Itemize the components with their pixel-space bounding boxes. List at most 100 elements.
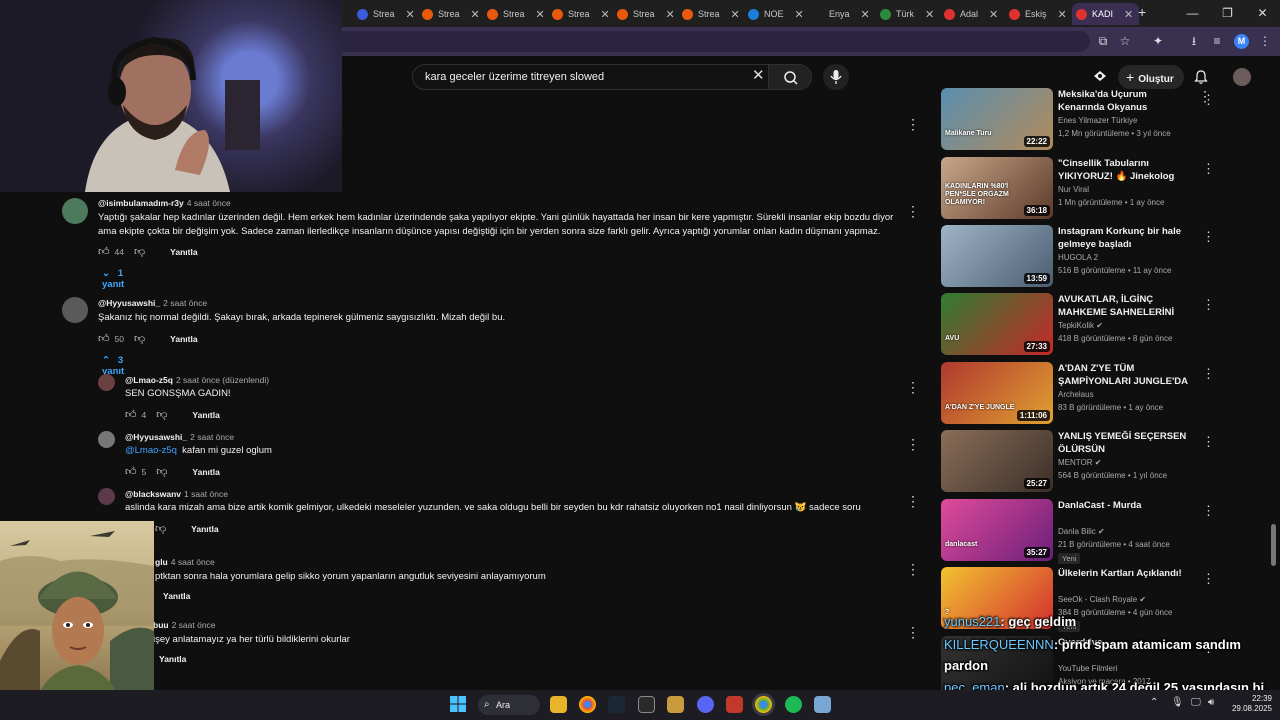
- comment-time[interactable]: 2 saat önce: [190, 432, 234, 442]
- comment-time[interactable]: 4 saat önce: [187, 198, 231, 208]
- comment-author[interactable]: glu: [155, 557, 168, 567]
- video-item[interactable]: KADINLARIN %80'İ PEN*SLE ORGAZM OLAMIYOR…: [941, 157, 1215, 219]
- dislike-icon[interactable]: 👎︎: [134, 332, 145, 345]
- more-options-icon[interactable]: ⋮: [906, 625, 920, 639]
- steam-icon[interactable]: [608, 696, 625, 713]
- reply-button[interactable]: Yanıtla: [163, 591, 190, 601]
- extensions-icon[interactable]: ✦: [1151, 34, 1165, 48]
- avatar[interactable]: [62, 297, 88, 323]
- create-button[interactable]: + Oluştur: [1118, 65, 1184, 89]
- chevron-up-icon[interactable]: ⌃: [1150, 697, 1158, 708]
- more-options-icon[interactable]: ⋮: [1202, 434, 1215, 450]
- video-title[interactable]: DanlaCast - Murda: [1058, 499, 1193, 512]
- file-explorer-icon[interactable]: [550, 696, 567, 713]
- close-tab-icon[interactable]: ✕: [861, 8, 870, 21]
- chrome-icon[interactable]: [579, 696, 596, 713]
- avatar[interactable]: [62, 198, 88, 224]
- more-options-icon[interactable]: ⋮: [906, 437, 920, 451]
- video-channel[interactable]: Nur Viral: [1058, 185, 1089, 194]
- more-options-icon[interactable]: ⋮: [1202, 503, 1215, 519]
- comment-time[interactable]: 2 saat önce: [163, 298, 207, 308]
- dislike-icon[interactable]: 👎︎: [156, 408, 167, 421]
- video-item[interactable]: A'DAN Z'YE JUNGLE 1:11:06 A'DAN Z'YE TÜM Ş…: [941, 362, 1215, 424]
- browser-tab[interactable]: KADI ✕: [1072, 3, 1140, 25]
- close-tab-icon[interactable]: ✕: [925, 8, 934, 21]
- more-options-icon[interactable]: ⋮: [1198, 89, 1212, 103]
- video-channel[interactable]: Danla Bilic ✔: [1058, 527, 1105, 536]
- browser-tab[interactable]: Eskiş ✕: [1009, 3, 1067, 25]
- browser-tab[interactable]: Strea ✕: [552, 3, 610, 25]
- browser-tab[interactable]: Strea ✕: [682, 3, 740, 25]
- video-item[interactable]: 13:59 Instagram Korkunç bir hale gelmeye …: [941, 225, 1215, 287]
- close-tab-icon[interactable]: ✕: [1058, 8, 1067, 21]
- close-tab-icon[interactable]: ✕: [536, 8, 545, 21]
- video-item[interactable]: danlacast 35:27 DanlaCast - Murda Danla Bil…: [941, 499, 1215, 564]
- video-channel[interactable]: Archelaus: [1058, 390, 1094, 399]
- microphone-icon[interactable]: 🎙︎: [1171, 697, 1184, 708]
- app-icon[interactable]: [726, 696, 743, 713]
- avatar[interactable]: [98, 488, 115, 505]
- close-tab-icon[interactable]: ✕: [795, 8, 804, 21]
- comment-author[interactable]: @Hyyusawshi_: [98, 298, 160, 308]
- more-options-icon[interactable]: ⋮: [906, 562, 920, 576]
- more-options-icon[interactable]: ⋮: [906, 204, 920, 218]
- chrome-profile-icon[interactable]: [755, 696, 772, 713]
- cast-icon[interactable]: [1092, 68, 1108, 84]
- close-tab-icon[interactable]: ✕: [471, 8, 480, 21]
- video-thumbnail[interactable]: AVU 27:33: [941, 293, 1053, 355]
- more-options-icon[interactable]: ⋮: [1202, 161, 1215, 177]
- dislike-icon[interactable]: 👎︎: [156, 465, 167, 478]
- like-icon[interactable]: 👍︎: [125, 408, 137, 421]
- browser-tab[interactable]: Strea ✕: [357, 3, 415, 25]
- video-channel[interactable]: SeeOk - Clash Royale ✔: [1058, 595, 1146, 604]
- new-tab-button[interactable]: +: [1138, 4, 1146, 20]
- reply-button[interactable]: Yanıtla: [159, 654, 186, 664]
- video-title[interactable]: "Cinsellik Tabularını YIKIYORUZ! 🔥 Jinek…: [1058, 157, 1193, 183]
- comment-time[interactable]: 2 saat önce (düzenlendi): [176, 375, 269, 385]
- clear-search-icon[interactable]: ✕: [752, 66, 765, 84]
- install-app-icon[interactable]: ⧉: [1096, 34, 1110, 48]
- close-tab-icon[interactable]: ✕: [1124, 8, 1133, 21]
- more-options-icon[interactable]: ⋮: [906, 117, 920, 131]
- browser-tab[interactable]: Türk ✕: [880, 3, 934, 25]
- reply-button[interactable]: Yanıtla: [192, 410, 219, 420]
- video-title[interactable]: A'DAN Z'YE TÜM ŞAMPİYONLARI JUNGLE'DA ..…: [1058, 362, 1193, 388]
- notifications-bell-icon[interactable]: [1193, 69, 1209, 85]
- comment-time[interactable]: 4 saat önce: [171, 557, 215, 567]
- dislike-icon[interactable]: 👎︎: [155, 522, 166, 535]
- dislike-icon[interactable]: 👎︎: [134, 245, 145, 258]
- search-input[interactable]: kara geceler üzerime titreyen slowed: [412, 64, 769, 90]
- close-tab-icon[interactable]: ✕: [666, 8, 675, 21]
- network-icon[interactable]: 🖵︎: [1191, 697, 1201, 708]
- comment-time[interactable]: 1 saat önce: [184, 489, 228, 499]
- media-control-icon[interactable]: ≡: [1210, 34, 1224, 48]
- discord-icon[interactable]: [697, 696, 714, 713]
- replies-toggle[interactable]: ⌄ 1 yanıt: [102, 268, 124, 290]
- comment-author[interactable]: @blackswanv: [125, 489, 181, 499]
- windows-start-icon[interactable]: [450, 696, 466, 712]
- league-client-icon[interactable]: [667, 696, 684, 713]
- video-title[interactable]: YANLIŞ YEMEĞİ SEÇERSEN ÖLÜRSÜN: [1058, 430, 1193, 456]
- more-options-icon[interactable]: ⋮: [1202, 571, 1215, 587]
- avatar[interactable]: [98, 431, 115, 448]
- video-channel[interactable]: Enes Yilmazer Türkiye: [1058, 116, 1137, 125]
- like-icon[interactable]: 👍︎: [125, 465, 137, 478]
- more-options-icon[interactable]: ⋮: [1202, 297, 1215, 313]
- video-thumbnail[interactable]: 25:27: [941, 430, 1053, 492]
- close-tab-icon[interactable]: ✕: [601, 8, 610, 21]
- video-title[interactable]: Instagram Korkunç bir hale gelmeye başla…: [1058, 225, 1193, 251]
- avatar[interactable]: [98, 374, 115, 391]
- like-icon[interactable]: 👍︎: [98, 332, 110, 345]
- video-item[interactable]: AVU 27:33 AVUKATLAR, İLGİNÇ MAHKEME SAHNEL…: [941, 293, 1215, 355]
- system-clock[interactable]: 22:39 29.08.2025: [1228, 694, 1272, 714]
- profile-avatar[interactable]: M: [1234, 34, 1249, 49]
- video-thumbnail[interactable]: 13:59: [941, 225, 1053, 287]
- search-button[interactable]: [768, 64, 812, 90]
- app-icon[interactable]: [814, 696, 831, 713]
- more-options-icon[interactable]: ⋮: [1202, 229, 1215, 245]
- reply-button[interactable]: Yanıtla: [170, 247, 197, 257]
- close-tab-icon[interactable]: ✕: [989, 8, 998, 21]
- mention-link[interactable]: @Lmao-z5q: [125, 445, 177, 456]
- url-field[interactable]: [260, 31, 1090, 52]
- spotify-icon[interactable]: [785, 696, 802, 713]
